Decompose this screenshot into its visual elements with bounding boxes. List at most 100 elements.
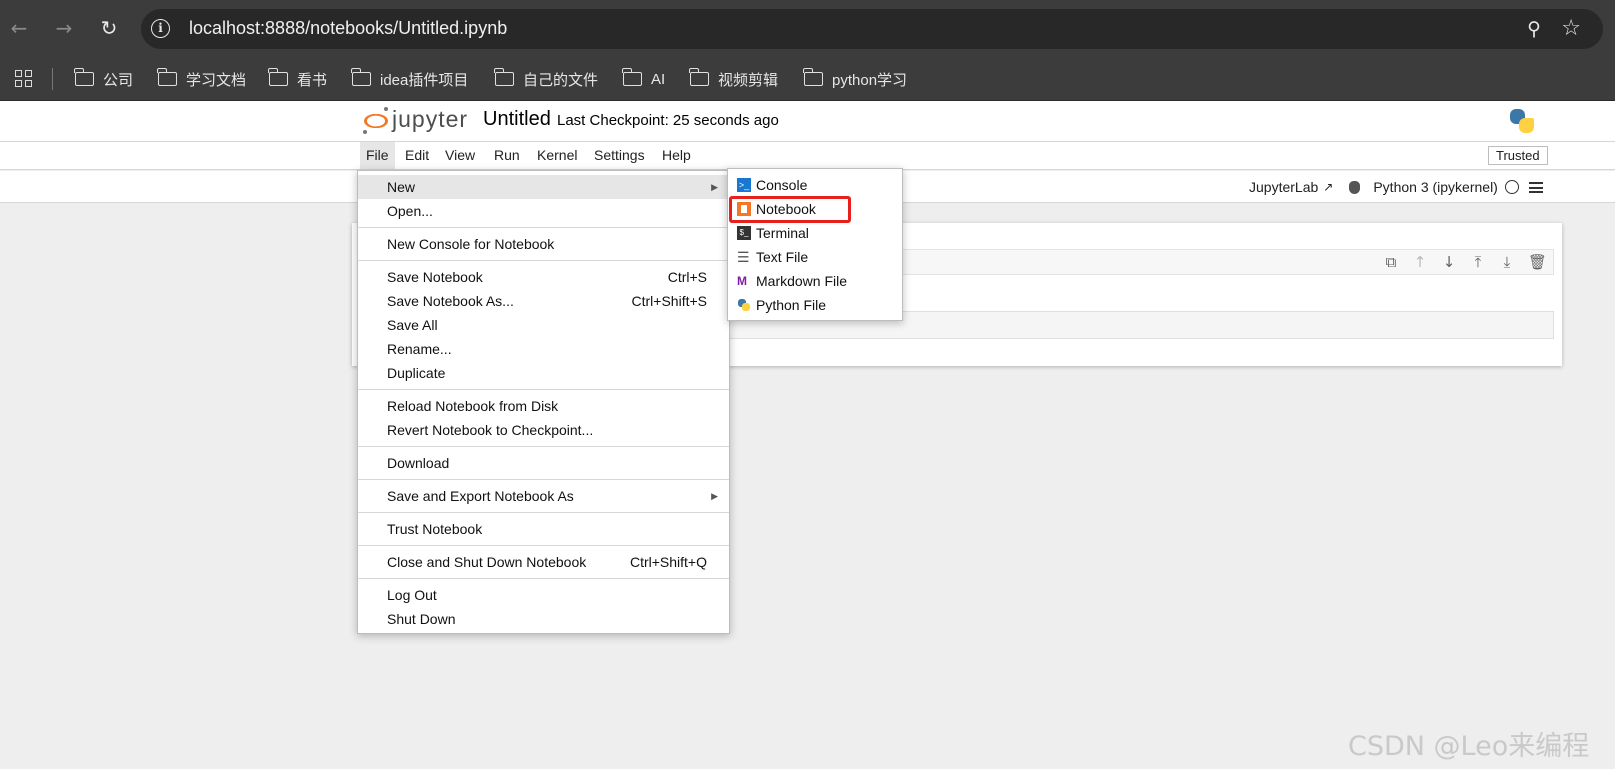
menu-item-label: Rename... <box>387 341 452 357</box>
duplicate-cell-icon[interactable]: ⧉ <box>1383 254 1399 270</box>
submenu-arrow-icon: ▶ <box>711 491 718 501</box>
url-text[interactable]: localhost:8888/notebooks/Untitled.ipynb <box>189 18 507 39</box>
menu-item-new[interactable]: New ▶ <box>358 175 729 199</box>
bookmarks-bar: 公司 学习文档 看书 idea插件项目 自己的文件 AI 视频剪辑 python… <box>0 58 1615 101</box>
menu-item-label: Duplicate <box>387 365 446 381</box>
menu-item-save-notebook[interactable]: Save Notebook Ctrl+S <box>358 265 729 289</box>
bookmark-folder[interactable]: 公司 <box>74 67 133 91</box>
menu-item-label: New Console for Notebook <box>387 236 555 252</box>
submenu-arrow-icon: ▶ <box>711 182 718 192</box>
notebook-title[interactable]: Untitled <box>483 108 551 131</box>
new-python-file-item[interactable]: Python File <box>728 293 902 317</box>
menu-item-rename[interactable]: Rename... <box>358 337 729 361</box>
python-logo-icon <box>1509 108 1535 134</box>
folder-icon <box>803 68 823 86</box>
menu-item-close-shutdown[interactable]: Close and Shut Down Notebook Ctrl+Shift+Q <box>358 550 729 574</box>
site-info-icon[interactable]: i <box>151 19 170 38</box>
menu-separator <box>358 227 729 228</box>
bookmark-folder[interactable]: 学习文档 <box>157 67 246 91</box>
external-link-icon[interactable]: ↗ <box>1323 180 1333 194</box>
menu-item-label: Terminal <box>756 225 809 241</box>
menu-item-save-export[interactable]: Save and Export Notebook As ▶ <box>358 484 729 508</box>
bookmark-folder[interactable]: python学习 <box>803 67 908 91</box>
menu-item-revert[interactable]: Revert Notebook to Checkpoint... <box>358 418 729 442</box>
jupyter-logo-icon[interactable] <box>362 107 390 135</box>
trusted-badge[interactable]: Trusted <box>1488 146 1548 165</box>
menu-separator <box>358 512 729 513</box>
reload-icon[interactable]: ↻ <box>95 14 123 42</box>
menu-kernel[interactable]: Kernel <box>531 142 583 169</box>
menu-item-logout[interactable]: Log Out <box>358 583 729 607</box>
menu-item-label: New <box>387 179 416 195</box>
menu-item-label: Save and Export Notebook As <box>387 488 574 504</box>
menu-hamburger-icon[interactable] <box>1528 181 1543 193</box>
move-down-icon[interactable]: ↓ <box>1441 254 1457 270</box>
bookmark-folder[interactable]: AI <box>622 67 666 91</box>
menu-item-label: Trust Notebook <box>387 521 483 537</box>
bookmark-star-icon[interactable]: ☆ <box>1561 16 1581 41</box>
address-bar[interactable]: i localhost:8888/notebooks/Untitled.ipyn… <box>141 9 1603 49</box>
browser-toolbar: ← → ↻ i localhost:8888/notebooks/Untitle… <box>0 0 1615 58</box>
new-terminal-item[interactable]: $_ Terminal <box>728 221 902 245</box>
menu-item-label: Reload Notebook from Disk <box>387 398 559 414</box>
bookmark-label: 视频剪辑 <box>718 71 779 89</box>
menu-item-label: Log Out <box>387 587 437 603</box>
new-console-item[interactable]: >_ Console <box>728 173 902 197</box>
menu-file[interactable]: File <box>360 142 395 169</box>
new-text-file-item[interactable]: ☰ Text File <box>728 245 902 269</box>
folder-icon <box>74 68 94 86</box>
back-arrow-icon[interactable]: ← <box>5 14 33 42</box>
console-icon: >_ <box>737 178 751 192</box>
menu-item-reload[interactable]: Reload Notebook from Disk <box>358 394 729 418</box>
insert-below-icon[interactable]: ⤓ <box>1499 254 1515 270</box>
debugger-bug-icon[interactable] <box>1349 180 1361 194</box>
menu-item-duplicate[interactable]: Duplicate <box>358 361 729 385</box>
jupyterlab-link[interactable]: JupyterLab <box>1249 179 1318 195</box>
bookmark-folder[interactable]: 视频剪辑 <box>689 67 779 91</box>
kernel-name[interactable]: Python 3 (ipykernel) <box>1373 179 1498 195</box>
watermark-text: CSDN @Leo来编程 <box>1348 731 1590 762</box>
menu-help[interactable]: Help <box>656 142 697 169</box>
forward-arrow-icon[interactable]: → <box>50 14 78 42</box>
menu-separator <box>358 446 729 447</box>
menu-item-download[interactable]: Download <box>358 451 729 475</box>
menu-item-open[interactable]: Open... <box>358 199 729 223</box>
menu-view[interactable]: View <box>439 142 481 169</box>
zoom-icon[interactable]: ⚲ <box>1527 18 1541 40</box>
menu-item-save-all[interactable]: Save All <box>358 313 729 337</box>
new-markdown-file-item[interactable]: M Markdown File <box>728 269 902 293</box>
file-menu-dropdown: New ▶ Open... New Console for Notebook Sa… <box>357 170 730 634</box>
menu-item-label: Text File <box>756 249 809 265</box>
bookmark-folder[interactable]: 自己的文件 <box>494 67 598 91</box>
menu-item-new-console[interactable]: New Console for Notebook <box>358 232 729 256</box>
bookmark-label: python学习 <box>832 71 908 89</box>
terminal-icon: $_ <box>737 226 751 240</box>
menu-item-save-as[interactable]: Save Notebook As... Ctrl+Shift+S <box>358 289 729 313</box>
notebook-highlight-box <box>729 196 851 223</box>
folder-icon <box>689 68 709 86</box>
menu-item-shutdown[interactable]: Shut Down <box>358 607 729 631</box>
menu-item-label: Save All <box>387 317 438 333</box>
insert-above-icon[interactable]: ⤒ <box>1470 254 1486 270</box>
delete-cell-icon[interactable]: 🗑 <box>1528 254 1547 270</box>
menu-separator <box>358 545 729 546</box>
menu-settings[interactable]: Settings <box>588 142 651 169</box>
menu-item-label: Console <box>756 177 808 193</box>
jupyter-brand[interactable]: jupyter <box>392 106 468 133</box>
bookmark-folder[interactable]: 看书 <box>268 67 328 91</box>
bookmark-label: AI <box>651 70 666 88</box>
menu-item-label: Download <box>387 455 450 471</box>
apps-grid-icon[interactable] <box>15 70 33 88</box>
move-up-icon[interactable]: ↑ <box>1412 254 1428 270</box>
menu-edit[interactable]: Edit <box>399 142 435 169</box>
menu-item-label: Markdown File <box>756 273 848 289</box>
folder-icon <box>268 68 288 86</box>
bookmark-folder[interactable]: idea插件项目 <box>351 67 468 91</box>
folder-icon <box>494 68 514 86</box>
menu-separator <box>358 389 729 390</box>
new-submenu: >_ Console Notebook $_ Terminal ☰ Text F… <box>727 168 903 321</box>
bookmark-label: 看书 <box>297 71 328 89</box>
menu-item-label: Revert Notebook to Checkpoint... <box>387 422 594 438</box>
menu-item-trust[interactable]: Trust Notebook <box>358 517 729 541</box>
menu-run[interactable]: Run <box>488 142 526 169</box>
